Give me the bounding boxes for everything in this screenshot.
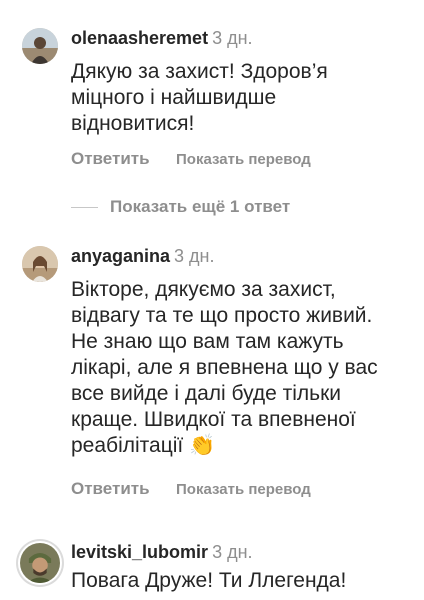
reply-button[interactable]: Ответить (71, 149, 150, 168)
comment-header: olenaasheremet 3 дн. (71, 27, 253, 49)
comment-actions: Ответить Показать перевод (71, 479, 311, 499)
clapping-hands-icon: 👏 (189, 434, 216, 457)
show-more-replies-button[interactable]: Показать ещё 1 ответ (71, 195, 290, 219)
timestamp: 3 дн. (212, 28, 253, 48)
comment-header: anyaganina 3 дн. (71, 245, 215, 267)
show-more-replies-label: Показать ещё 1 ответ (110, 197, 291, 216)
avatar-photo-icon (22, 28, 58, 64)
comment-actions: Ответить Показать перевод (71, 149, 311, 169)
timestamp: 3 дн. (174, 246, 215, 266)
username[interactable]: olenaasheremet (71, 28, 208, 48)
avatar[interactable] (22, 246, 58, 282)
avatar-photo-icon (20, 543, 60, 583)
username[interactable]: anyaganina (71, 246, 170, 266)
divider-line (71, 206, 98, 208)
translate-button[interactable]: Показать перевод (176, 481, 311, 498)
reply-button[interactable]: Ответить (71, 479, 150, 498)
translate-button[interactable]: Показать перевод (176, 151, 311, 168)
comment-text-content: Вікторе, дякуємо за захист, відвагу та т… (71, 278, 378, 457)
comment-header: levitski_lubomir 3 дн. (71, 541, 253, 563)
avatar[interactable] (22, 28, 58, 64)
avatar[interactable] (18, 541, 62, 585)
comment-text: Вікторе, дякуємо за захист, відвагу та т… (71, 277, 411, 459)
timestamp: 3 дн. (212, 542, 253, 562)
comment-text: Повага Друже! Ти Ллегенда! (71, 569, 347, 592)
username[interactable]: levitski_lubomir (71, 542, 208, 562)
avatar-photo-icon (22, 246, 58, 282)
comment-text: Дякую за захист! Здоров’я міцного і найш… (71, 60, 328, 135)
